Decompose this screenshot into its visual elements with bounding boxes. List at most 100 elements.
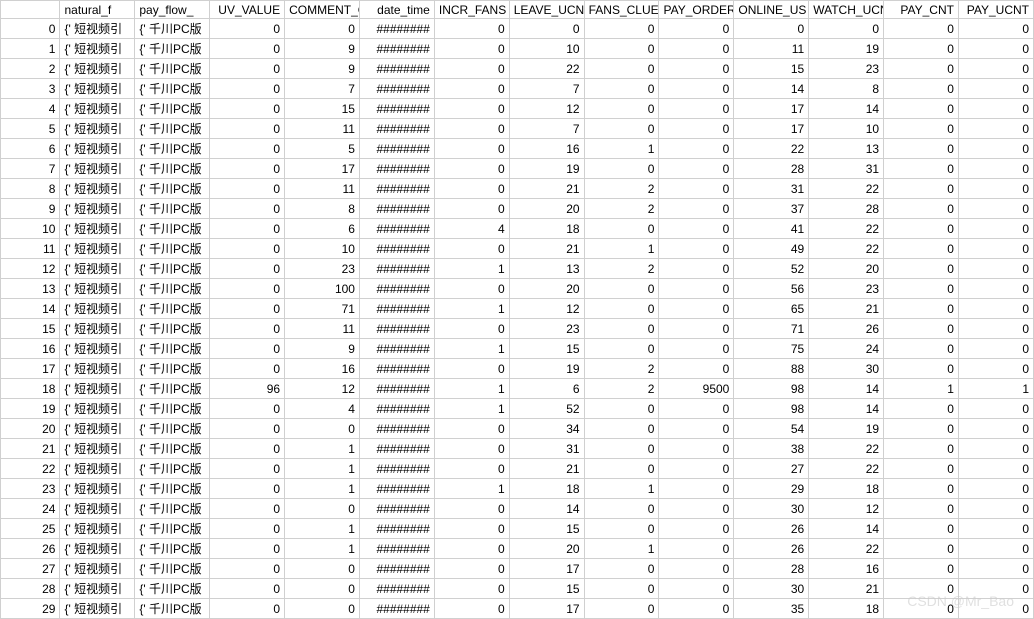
cell-natural_f[interactable]: {' 短视频引: [60, 359, 135, 379]
cell-pay_order[interactable]: 0: [659, 359, 734, 379]
cell-online_us[interactable]: 15: [734, 59, 809, 79]
cell-pay_ucnt[interactable]: 0: [958, 499, 1033, 519]
cell-incr_fans[interactable]: 1: [434, 379, 509, 399]
cell-pay_flow[interactable]: {' 千川PC版: [135, 299, 210, 319]
cell-pay_ucnt[interactable]: 0: [958, 59, 1033, 79]
cell-pay_ucnt[interactable]: 0: [958, 579, 1033, 599]
cell-date_time[interactable]: ########: [359, 579, 434, 599]
cell-uv_value[interactable]: 0: [210, 399, 285, 419]
cell-natural_f[interactable]: {' 短视频引: [60, 319, 135, 339]
cell-pay_ucnt[interactable]: 0: [958, 519, 1033, 539]
cell-natural_f[interactable]: {' 短视频引: [60, 199, 135, 219]
cell-rownum[interactable]: 29: [1, 599, 60, 619]
cell-incr_fans[interactable]: 0: [434, 159, 509, 179]
cell-pay_cnt[interactable]: 0: [884, 339, 959, 359]
cell-comment_c[interactable]: 9: [285, 39, 360, 59]
cell-comment_c[interactable]: 12: [285, 379, 360, 399]
cell-rownum[interactable]: 24: [1, 499, 60, 519]
cell-fans_clue[interactable]: 0: [584, 119, 659, 139]
cell-rownum[interactable]: 19: [1, 399, 60, 419]
cell-pay_order[interactable]: 0: [659, 199, 734, 219]
cell-watch_ucn[interactable]: 22: [809, 539, 884, 559]
column-header-pay_flow[interactable]: pay_flow_: [135, 1, 210, 19]
cell-rownum[interactable]: 27: [1, 559, 60, 579]
cell-pay_order[interactable]: 0: [659, 539, 734, 559]
cell-pay_flow[interactable]: {' 千川PC版: [135, 139, 210, 159]
cell-incr_fans[interactable]: 1: [434, 399, 509, 419]
cell-date_time[interactable]: ########: [359, 259, 434, 279]
cell-pay_flow[interactable]: {' 千川PC版: [135, 259, 210, 279]
cell-leave_ucn[interactable]: 18: [509, 219, 584, 239]
cell-pay_cnt[interactable]: 0: [884, 419, 959, 439]
cell-fans_clue[interactable]: 2: [584, 179, 659, 199]
cell-natural_f[interactable]: {' 短视频引: [60, 499, 135, 519]
cell-fans_clue[interactable]: 0: [584, 219, 659, 239]
cell-uv_value[interactable]: 0: [210, 459, 285, 479]
cell-pay_ucnt[interactable]: 0: [958, 239, 1033, 259]
cell-date_time[interactable]: ########: [359, 459, 434, 479]
cell-fans_clue[interactable]: 0: [584, 299, 659, 319]
cell-leave_ucn[interactable]: 7: [509, 119, 584, 139]
cell-incr_fans[interactable]: 0: [434, 539, 509, 559]
cell-rownum[interactable]: 20: [1, 419, 60, 439]
cell-date_time[interactable]: ########: [359, 279, 434, 299]
cell-incr_fans[interactable]: 0: [434, 359, 509, 379]
column-header-pay_cnt[interactable]: PAY_CNT: [884, 1, 959, 19]
cell-uv_value[interactable]: 0: [210, 499, 285, 519]
cell-rownum[interactable]: 25: [1, 519, 60, 539]
cell-natural_f[interactable]: {' 短视频引: [60, 279, 135, 299]
cell-pay_ucnt[interactable]: 0: [958, 559, 1033, 579]
cell-incr_fans[interactable]: 1: [434, 299, 509, 319]
cell-pay_cnt[interactable]: 0: [884, 159, 959, 179]
table-row[interactable]: 8{' 短视频引{' 千川PC版011########02120312200: [1, 179, 1034, 199]
cell-pay_order[interactable]: 0: [659, 559, 734, 579]
cell-pay_ucnt[interactable]: 0: [958, 39, 1033, 59]
cell-pay_order[interactable]: 0: [659, 99, 734, 119]
table-row[interactable]: 22{' 短视频引{' 千川PC版01########02100272200: [1, 459, 1034, 479]
table-row[interactable]: 3{' 短视频引{' 千川PC版07########070014800: [1, 79, 1034, 99]
cell-uv_value[interactable]: 0: [210, 159, 285, 179]
cell-online_us[interactable]: 28: [734, 559, 809, 579]
cell-natural_f[interactable]: {' 短视频引: [60, 539, 135, 559]
cell-pay_flow[interactable]: {' 千川PC版: [135, 599, 210, 619]
cell-fans_clue[interactable]: 0: [584, 459, 659, 479]
cell-pay_cnt[interactable]: 0: [884, 259, 959, 279]
cell-natural_f[interactable]: {' 短视频引: [60, 59, 135, 79]
cell-uv_value[interactable]: 0: [210, 319, 285, 339]
cell-watch_ucn[interactable]: 19: [809, 419, 884, 439]
cell-rownum[interactable]: 23: [1, 479, 60, 499]
cell-incr_fans[interactable]: 0: [434, 59, 509, 79]
table-row[interactable]: 26{' 短视频引{' 千川PC版01########02010262200: [1, 539, 1034, 559]
cell-online_us[interactable]: 30: [734, 499, 809, 519]
cell-pay_ucnt[interactable]: 0: [958, 399, 1033, 419]
cell-watch_ucn[interactable]: 21: [809, 579, 884, 599]
cell-pay_ucnt[interactable]: 0: [958, 539, 1033, 559]
cell-fans_clue[interactable]: 0: [584, 579, 659, 599]
cell-pay_cnt[interactable]: 0: [884, 139, 959, 159]
cell-watch_ucn[interactable]: 8: [809, 79, 884, 99]
cell-leave_ucn[interactable]: 20: [509, 279, 584, 299]
cell-comment_c[interactable]: 7: [285, 79, 360, 99]
cell-uv_value[interactable]: 0: [210, 479, 285, 499]
cell-pay_ucnt[interactable]: 1: [958, 379, 1033, 399]
cell-comment_c[interactable]: 6: [285, 219, 360, 239]
cell-incr_fans[interactable]: 0: [434, 119, 509, 139]
column-header-uv_value[interactable]: UV_VALUE: [210, 1, 285, 19]
cell-pay_order[interactable]: 0: [659, 159, 734, 179]
cell-fans_clue[interactable]: 0: [584, 419, 659, 439]
cell-pay_ucnt[interactable]: 0: [958, 479, 1033, 499]
cell-pay_cnt[interactable]: 0: [884, 399, 959, 419]
cell-pay_ucnt[interactable]: 0: [958, 99, 1033, 119]
cell-pay_ucnt[interactable]: 0: [958, 279, 1033, 299]
cell-watch_ucn[interactable]: 19: [809, 39, 884, 59]
cell-online_us[interactable]: 49: [734, 239, 809, 259]
cell-leave_ucn[interactable]: 7: [509, 79, 584, 99]
cell-date_time[interactable]: ########: [359, 319, 434, 339]
cell-natural_f[interactable]: {' 短视频引: [60, 379, 135, 399]
table-row[interactable]: 2{' 短视频引{' 千川PC版09########02200152300: [1, 59, 1034, 79]
table-row[interactable]: 1{' 短视频引{' 千川PC版09########01000111900: [1, 39, 1034, 59]
cell-watch_ucn[interactable]: 22: [809, 179, 884, 199]
cell-date_time[interactable]: ########: [359, 219, 434, 239]
cell-watch_ucn[interactable]: 31: [809, 159, 884, 179]
cell-pay_cnt[interactable]: 0: [884, 519, 959, 539]
